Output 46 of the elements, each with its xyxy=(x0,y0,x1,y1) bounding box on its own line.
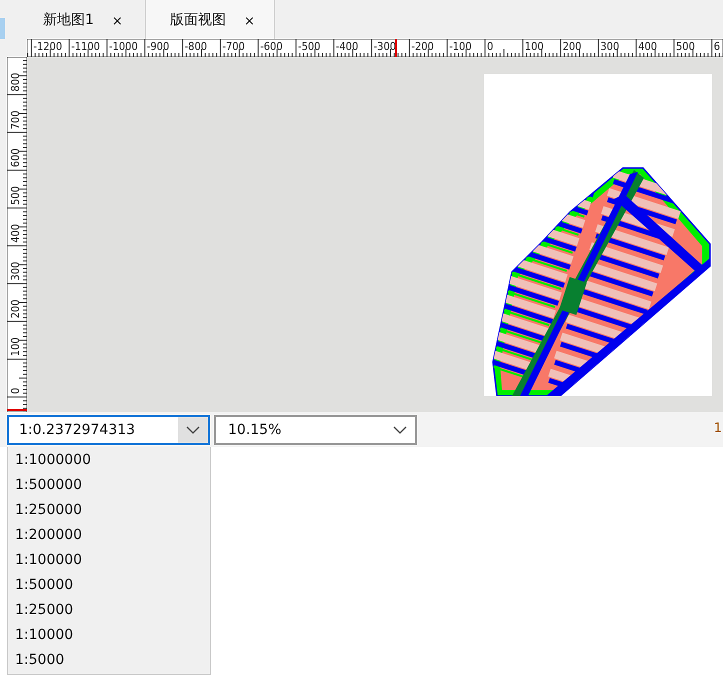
ruler-label: 700 xyxy=(9,110,22,130)
ruler-label: 300 xyxy=(9,262,22,281)
close-icon[interactable]: × xyxy=(112,10,123,28)
ruler-label: 300 xyxy=(600,40,620,53)
ruler-label: 400 xyxy=(638,40,658,53)
ruler-label: -1200 xyxy=(33,40,62,53)
zoom-combo[interactable]: 10.15% xyxy=(214,414,417,444)
ruler-label: 500 xyxy=(9,186,22,205)
ruler-label: -600 xyxy=(260,40,283,53)
ruler-label: 200 xyxy=(9,300,22,318)
status-text: 1 xyxy=(714,421,722,436)
ruler-label: 0 xyxy=(9,388,22,394)
ruler-label: 100 xyxy=(524,40,544,53)
ruler-label: -400 xyxy=(336,40,358,53)
ruler-label: 400 xyxy=(9,224,22,243)
tab[interactable]: 新地图1 × xyxy=(5,0,145,39)
panel-edge xyxy=(0,18,5,39)
dropdown-option[interactable]: 1:250000 xyxy=(8,498,210,523)
ruler-label: -100 xyxy=(449,40,472,53)
ruler-label: 800 xyxy=(9,72,22,92)
ruler-label: -800 xyxy=(184,40,208,53)
ruler-label: -700 xyxy=(222,40,245,53)
ruler-label: -1000 xyxy=(109,40,138,53)
ruler-label: 0 xyxy=(487,40,494,53)
ruler-label: -1100 xyxy=(71,40,100,53)
dropdown-option[interactable]: 1:500000 xyxy=(8,473,210,498)
caret-icon[interactable] xyxy=(178,416,208,442)
ruler-label: 600 xyxy=(9,148,22,168)
close-icon[interactable]: × xyxy=(244,10,255,28)
scale-combo[interactable]: 1:0.2372974313 xyxy=(7,414,210,444)
ruler-label: 500 xyxy=(676,40,695,53)
ruler-label: -300 xyxy=(374,40,396,53)
ruler-label: -500 xyxy=(298,40,320,53)
ruler-label: -900 xyxy=(146,40,170,53)
ruler-label: 100 xyxy=(9,337,22,356)
dropdown-option[interactable]: 1:50000 xyxy=(8,573,210,598)
ruler-label: 6 xyxy=(714,40,720,53)
dropdown-option[interactable]: 1:1000000 xyxy=(8,448,210,473)
dropdown-option[interactable]: 1:5000 xyxy=(8,648,210,673)
dropdown-option[interactable]: 1:100000 xyxy=(8,548,210,573)
dropdown-option[interactable]: 1:10000 xyxy=(8,623,210,648)
tab[interactable]: 版面视图 × xyxy=(145,0,275,39)
ruler-label: -200 xyxy=(411,40,434,53)
dropdown-option[interactable]: 1:200000 xyxy=(8,523,210,548)
ruler-label: 200 xyxy=(562,40,582,53)
dropdown-option[interactable]: 1:25000 xyxy=(8,598,210,623)
